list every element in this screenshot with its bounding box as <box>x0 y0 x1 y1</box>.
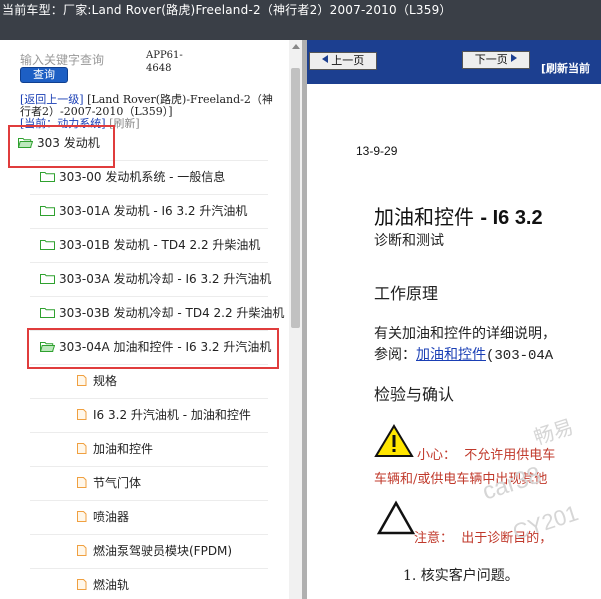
tree-node-doc[interactable]: 规格 <box>74 365 117 398</box>
tree-node-doc[interactable]: 燃油轨 <box>74 569 129 599</box>
tree-node-label: 节气门体 <box>93 476 142 490</box>
divider <box>30 568 268 569</box>
tree-node-label: 规格 <box>93 374 118 388</box>
document-icon <box>77 477 87 488</box>
search-button[interactable]: 查询 <box>20 67 68 83</box>
section-heading: 工作原理 <box>374 284 439 303</box>
step-item: 1. 核实客户问题。 <box>403 568 519 584</box>
tree-node-doc[interactable]: 喷油器 <box>74 501 129 534</box>
left-pane: 查询 APP61-4648 [返回上一级] [Land Rover(路虎)-Fr… <box>0 40 303 599</box>
document-icon <box>77 409 87 420</box>
doc-subtitle: 诊断和测试 <box>374 233 444 249</box>
app-code: APP61-4648 <box>146 50 183 74</box>
tree-node-label: 燃油泵驾驶员模块(FPDM) <box>93 544 233 558</box>
highlight-box <box>27 328 279 369</box>
folder-icon <box>40 172 55 182</box>
tree-node-303-03a[interactable]: 303-03A 发动机冷却 - I6 3.2 升汽油机 <box>40 263 271 296</box>
tree-node-label: 燃油轨 <box>93 578 130 592</box>
tree-node-doc[interactable]: 燃油泵驾驶员模块(FPDM) <box>74 535 232 568</box>
tree-node-303-01a[interactable]: 303-01A 发动机 - I6 3.2 升汽油机 <box>40 195 247 228</box>
tree-node-doc[interactable]: I6 3.2 升汽油机 - 加油和控件 <box>74 399 251 432</box>
tree-node-label: I6 3.2 升汽油机 - 加油和控件 <box>93 408 251 422</box>
doc-date: 13-9-29 <box>356 144 398 158</box>
nav-bar: 上一页 下一页 [刷新当前 <box>307 40 601 84</box>
highlight-box <box>8 125 115 168</box>
tree-node-doc[interactable]: 加油和控件 <box>74 433 153 466</box>
document-icon <box>77 511 87 522</box>
warning-icon <box>374 424 414 457</box>
folder-icon <box>40 240 55 250</box>
tree-node-label: 303-03A 发动机冷却 - I6 3.2 升汽油机 <box>59 272 272 286</box>
scroll-up-arrow-icon[interactable] <box>292 44 300 49</box>
tree-node-label: 喷油器 <box>93 510 130 524</box>
folder-icon <box>40 308 55 318</box>
doc-link[interactable]: 加油和控件 <box>416 347 486 363</box>
note-icon <box>376 500 416 535</box>
paragraph: 参阅：加油和控件(303-04A <box>374 347 554 364</box>
paragraph: 有关加油和控件的详细说明， <box>374 326 556 342</box>
tree-node-label: 303-00 发动机系统 - 一般信息 <box>59 170 226 184</box>
folder-icon <box>40 274 55 284</box>
tree-node-label: 303-01A 发动机 - I6 3.2 升汽油机 <box>59 204 248 218</box>
document-icon <box>77 579 87 590</box>
tree-node-label: 303-01B 发动机 - TD4 2.2 升柴油机 <box>59 238 261 252</box>
refresh-current-link[interactable]: [刷新当前 <box>541 60 590 76</box>
section-heading: 检验与确认 <box>374 385 455 404</box>
title-bar: 当前车型：厂家:Land Rover(路虎)Freeland-2（神行者2）20… <box>0 0 601 40</box>
tree-node-303-03b[interactable]: 303-03B 发动机冷却 - TD4 2.2 升柴油机 <box>40 297 284 330</box>
divider <box>30 500 268 501</box>
caution-text: 小心： 不允许用供电车 <box>417 448 556 463</box>
folder-icon <box>40 206 55 216</box>
document-icon <box>77 375 87 386</box>
tree-node-303-01b[interactable]: 303-01B 发动机 - TD4 2.2 升柴油机 <box>40 229 260 262</box>
document-pane: 上一页 下一页 [刷新当前 13-9-29 加油和控件 - I6 3.2 诊断和… <box>307 40 601 599</box>
document-icon <box>77 443 87 454</box>
divider <box>30 466 268 467</box>
tree-node-doc[interactable]: 节气门体 <box>74 467 141 500</box>
doc-title: 加油和控件 - I6 3.2 <box>374 205 543 229</box>
tree-node-label: 303-03B 发动机冷却 - TD4 2.2 升柴油机 <box>59 306 285 320</box>
arrow-left-icon <box>321 55 328 63</box>
tree-scrollbar[interactable] <box>289 40 302 599</box>
watermark: 畅易 <box>531 416 577 450</box>
arrow-right-icon <box>511 54 518 62</box>
scrollbar-thumb[interactable] <box>291 68 300 328</box>
prev-page-button[interactable]: 上一页 <box>309 52 377 70</box>
tree-node-label: 加油和控件 <box>93 442 154 456</box>
next-page-button[interactable]: 下一页 <box>462 51 530 69</box>
document-icon <box>77 545 87 556</box>
window-title: 当前车型：厂家:Land Rover(路虎)Freeland-2（神行者2）20… <box>2 3 452 17</box>
